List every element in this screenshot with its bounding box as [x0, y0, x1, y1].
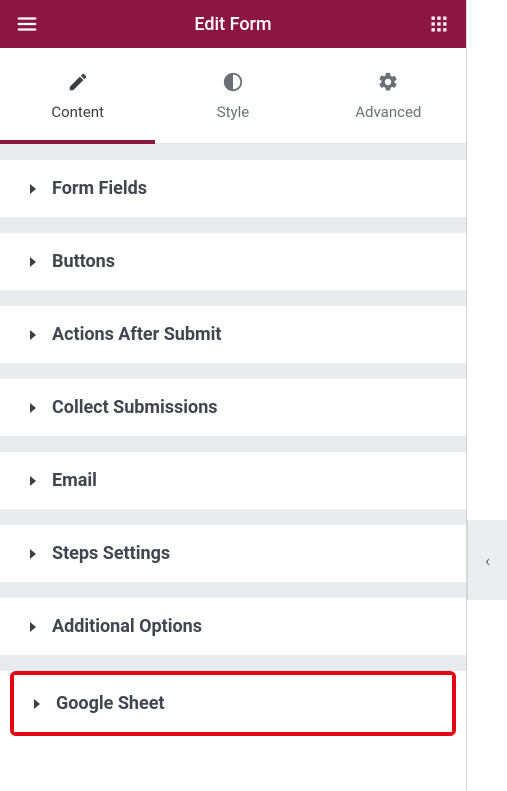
section-actions-after-submit[interactable]: Actions After Submit	[0, 306, 466, 363]
section-gap	[0, 582, 466, 598]
panel-title: Edit Form	[194, 14, 271, 35]
section-gap	[0, 436, 466, 452]
tab-label: Style	[217, 103, 250, 121]
section-title: Additional Options	[52, 616, 202, 637]
section-email[interactable]: Email	[0, 452, 466, 509]
section-gap	[0, 144, 466, 160]
caret-right-icon	[28, 403, 38, 413]
chevron-left-icon: ‹	[485, 551, 490, 570]
section-additional-options[interactable]: Additional Options	[0, 598, 466, 655]
section-gap	[0, 509, 466, 525]
caret-right-icon	[28, 476, 38, 486]
section-title: Collect Submissions	[52, 397, 218, 418]
section-google-sheet[interactable]: Google Sheet	[14, 675, 452, 732]
caret-right-icon	[28, 330, 38, 340]
tab-style[interactable]: Style	[155, 48, 310, 144]
caret-right-icon	[28, 184, 38, 194]
section-buttons[interactable]: Buttons	[0, 233, 466, 290]
collapse-handle[interactable]: ‹	[467, 520, 507, 600]
section-gap	[0, 290, 466, 306]
caret-right-icon	[28, 549, 38, 559]
editor-panel: Edit Form Content	[0, 0, 467, 791]
section-collect-submissions[interactable]: Collect Submissions	[0, 379, 466, 436]
section-gap	[0, 655, 466, 671]
section-gap	[0, 217, 466, 233]
tabs: Content Style Advanced	[0, 48, 466, 144]
section-title: Actions After Submit	[52, 324, 221, 345]
panel-header: Edit Form	[0, 0, 466, 48]
section-gap	[0, 363, 466, 379]
menu-icon[interactable]	[14, 11, 40, 37]
section-form-fields[interactable]: Form Fields	[0, 160, 466, 217]
section-title: Steps Settings	[52, 543, 170, 564]
section-title: Buttons	[52, 251, 115, 272]
tab-label: Advanced	[355, 103, 421, 121]
section-title: Form Fields	[52, 178, 147, 199]
contrast-icon	[222, 71, 244, 93]
apps-icon[interactable]	[426, 11, 452, 37]
section-title: Email	[52, 470, 97, 491]
section-title: Google Sheet	[56, 693, 165, 714]
pencil-icon	[67, 71, 89, 93]
sections-list: Form Fields Buttons Actions After Submit…	[0, 144, 466, 791]
tab-advanced[interactable]: Advanced	[311, 48, 466, 144]
highlight-box: Google Sheet	[10, 671, 456, 736]
section-steps-settings[interactable]: Steps Settings	[0, 525, 466, 582]
caret-right-icon	[28, 622, 38, 632]
caret-right-icon	[32, 699, 42, 709]
caret-right-icon	[28, 257, 38, 267]
tab-content[interactable]: Content	[0, 48, 155, 144]
gear-icon	[377, 71, 399, 93]
tab-label: Content	[51, 103, 104, 121]
